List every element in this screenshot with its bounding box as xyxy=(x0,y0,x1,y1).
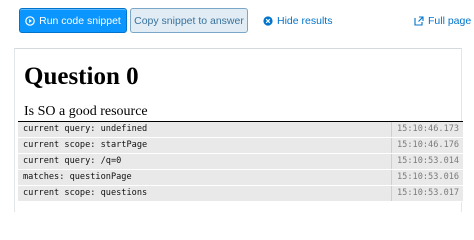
console-timestamp: 15:10:53.016 xyxy=(391,170,463,185)
close-circle-icon xyxy=(263,16,273,26)
result-paragraph: Is SO a good resource xyxy=(24,104,148,119)
external-link-icon xyxy=(414,16,424,26)
copy-snippet-button[interactable]: Copy snippet to answer xyxy=(130,8,248,33)
console-timestamp: 15:10:46.176 xyxy=(391,138,463,153)
console-row: current scope: startPage 15:10:46.176 xyxy=(18,138,463,154)
run-code-snippet-button[interactable]: Run code snippet xyxy=(19,8,127,33)
hide-results-label: Hide results xyxy=(277,15,333,27)
snippet-toolbar: Run code snippet Copy snippet to answer … xyxy=(0,0,474,44)
copy-button-label: Copy snippet to answer xyxy=(134,14,244,27)
console-message: current scope: startPage xyxy=(23,140,148,150)
console-timestamp: 15:10:46.173 xyxy=(391,122,463,137)
result-heading: Question 0 xyxy=(24,63,139,90)
full-page-link[interactable]: Full page xyxy=(414,12,471,30)
console-row: current scope: questions 15:10:53.017 xyxy=(18,186,463,202)
console-message: current query: undefined xyxy=(23,124,148,134)
hide-results-link[interactable]: Hide results xyxy=(263,12,332,30)
console-message: current query: /q=0 xyxy=(23,156,122,166)
console-timestamp: 15:10:53.014 xyxy=(391,154,463,169)
run-button-label: Run code snippet xyxy=(39,14,121,27)
console-log: current query: undefined 15:10:46.173 cu… xyxy=(18,121,463,202)
console-row: matches: questionPage 15:10:53.016 xyxy=(18,170,463,186)
console-message: matches: questionPage xyxy=(23,172,132,182)
console-message: current scope: questions xyxy=(23,188,148,198)
console-row: current query: undefined 15:10:46.173 xyxy=(18,122,463,138)
console-timestamp: 15:10:53.017 xyxy=(391,186,463,201)
play-circle-icon xyxy=(25,15,35,26)
console-row: current query: /q=0 15:10:53.014 xyxy=(18,154,463,170)
full-page-label: Full page xyxy=(428,15,472,27)
